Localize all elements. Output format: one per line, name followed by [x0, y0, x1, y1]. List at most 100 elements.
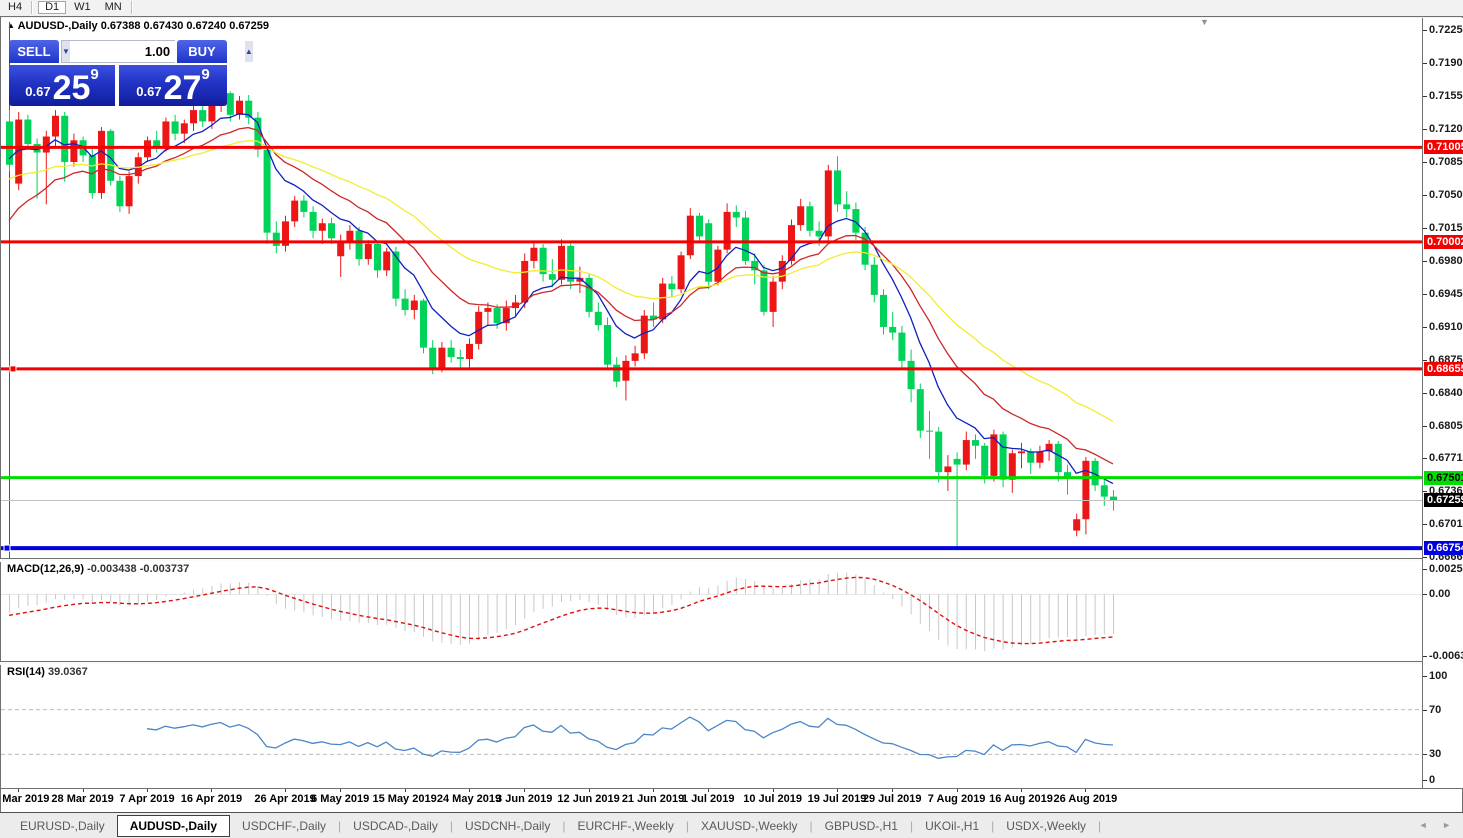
candle — [539, 243, 547, 282]
chart-tab-eurusd[interactable]: EURUSD-,Daily — [8, 815, 117, 837]
timeframe-button-h4[interactable]: H4 — [2, 1, 28, 14]
candle-body — [604, 325, 611, 365]
candle-body — [346, 230, 354, 243]
candle-body — [52, 115, 59, 137]
date-axis[interactable]: 19 Mar 201928 Mar 2019 7 Apr 2019 16 Apr 2… — [0, 789, 1462, 812]
tab-scroll-left-icon[interactable]: ◄ — [1419, 820, 1434, 830]
candle-body — [668, 283, 676, 290]
candle — [153, 130, 161, 153]
volume-increase-icon[interactable]: ▲ — [244, 41, 253, 62]
level-handle[interactable] — [3, 544, 11, 552]
candle-body — [447, 347, 455, 358]
candle — [116, 176, 124, 212]
candle — [456, 349, 464, 371]
tick-dash — [1423, 594, 1427, 596]
chart-tab-gbpusd[interactable]: GBPUSD-,H1 — [813, 815, 910, 837]
chart-tab-usdx[interactable]: USDX-,Weekly — [994, 815, 1098, 837]
tick-dash — [1423, 62, 1427, 64]
macd-chart[interactable] — [1, 561, 1422, 661]
tick-dash — [1423, 425, 1427, 427]
volume-decrease-icon[interactable]: ▼ — [62, 41, 70, 62]
chart-tab-eurchf[interactable]: EURCHF-,Weekly — [565, 815, 685, 837]
candle-body — [466, 343, 473, 359]
candle — [52, 110, 59, 148]
candle-body — [208, 104, 216, 122]
candle — [898, 325, 906, 370]
candle — [944, 455, 952, 491]
candle-body — [1054, 443, 1062, 473]
price-chart-pane[interactable]: ▲ AUDUSD-,Daily 0.67388 0.67430 0.67240 … — [1, 18, 1422, 558]
sell-price-display[interactable]: 0.67 25 9 — [9, 65, 115, 106]
macd-axis-tick: -0.006326 — [1423, 649, 1463, 663]
price-tick: 0.68050 — [1423, 419, 1463, 433]
chart-tab-audusd[interactable]: AUDUSD-,Daily — [116, 814, 231, 837]
date-label: 10 Jul 2019 — [743, 793, 802, 805]
terminal-window: H4 D1 W1 MN ▲ AUDUSD-,Daily 0.67388 0.67430… — [0, 0, 1463, 838]
chart-tab-usdcad[interactable]: USDCAD-,Daily — [341, 815, 450, 837]
chart-tab-xauusd[interactable]: XAUUSD-,Weekly — [689, 815, 809, 837]
buy-price-big: 27 — [163, 69, 202, 107]
level-handle[interactable] — [9, 365, 17, 373]
tick-dash — [1423, 656, 1427, 658]
date-tick — [147, 789, 148, 792]
candle — [926, 410, 933, 459]
candle — [889, 311, 897, 341]
candle — [466, 338, 473, 370]
candle-body — [374, 243, 381, 271]
rsi-axis-tick: 30 — [1423, 747, 1441, 761]
candle — [677, 251, 685, 293]
rsi-label: RSI(14) 39.0367 — [7, 666, 88, 678]
sell-button[interactable]: SELL — [9, 40, 59, 63]
candle-body — [567, 245, 575, 282]
ma-medium-line — [8, 126, 1114, 465]
candle-body — [558, 245, 565, 280]
chart-tab-usdcnh[interactable]: USDCNH-,Daily — [453, 815, 562, 837]
candle-body — [1073, 519, 1081, 531]
date-label: 26 Aug 2019 — [1053, 793, 1118, 805]
candle — [962, 431, 970, 471]
candle-body — [420, 300, 427, 348]
candle — [668, 276, 676, 297]
candle-body — [1027, 451, 1035, 463]
buy-price-display[interactable]: 0.67 27 9 — [119, 65, 227, 106]
rsi-chart[interactable] — [1, 664, 1422, 788]
candle — [364, 240, 372, 265]
candle — [935, 426, 943, 483]
date-label: 28 Mar 2019 — [51, 793, 114, 805]
chart-tab-ukoil[interactable]: UKOil-,H1 — [913, 815, 991, 837]
tab-scroll-right-icon[interactable]: ► — [1442, 820, 1457, 830]
candle-body — [180, 123, 188, 134]
tick-dash — [1423, 523, 1427, 525]
date-label: 24 May 2019 — [436, 793, 502, 805]
candle-body — [226, 93, 234, 115]
rsi-value: 39.0367 — [47, 666, 88, 678]
candle — [1008, 449, 1016, 493]
candle-body — [889, 326, 897, 333]
macd-pane[interactable]: MACD(12,26,9) -0.003438 -0.003737 — [1, 561, 1422, 661]
rsi-pane[interactable]: RSI(14) 39.0367 — [1, 664, 1422, 788]
tick-dash — [1423, 194, 1427, 196]
candle — [272, 221, 280, 254]
date-tick — [1021, 789, 1022, 792]
candle — [374, 242, 381, 278]
candle-body — [769, 281, 777, 312]
candle-body — [861, 232, 869, 265]
level-price-label: 0.71005 — [1424, 140, 1463, 155]
candle — [723, 203, 731, 254]
timeframe-button-d1[interactable]: D1 — [38, 1, 67, 14]
candle-body — [364, 243, 372, 260]
chart-tab-usdchf[interactable]: USDCHF-,Daily — [230, 815, 338, 837]
macd-values: -0.003438 -0.003737 — [87, 563, 190, 575]
price-axis[interactable]: 0.72250 0.71900 0.71550 0.71200 0.70850 0.705… — [1422, 18, 1463, 788]
candle — [696, 212, 703, 243]
timeframe-button-w1[interactable]: W1 — [68, 1, 97, 14]
candle — [236, 95, 243, 120]
date-tick — [82, 789, 84, 792]
candle — [300, 194, 308, 218]
price-tick: 0.72250 — [1423, 23, 1463, 37]
rsi-line — [146, 716, 1114, 759]
tick-dash — [1423, 227, 1427, 229]
timeframe-button-mn[interactable]: MN — [99, 1, 128, 14]
date-label: 1 Jul 2019 — [681, 793, 735, 805]
buy-button[interactable]: BUY — [177, 40, 227, 63]
